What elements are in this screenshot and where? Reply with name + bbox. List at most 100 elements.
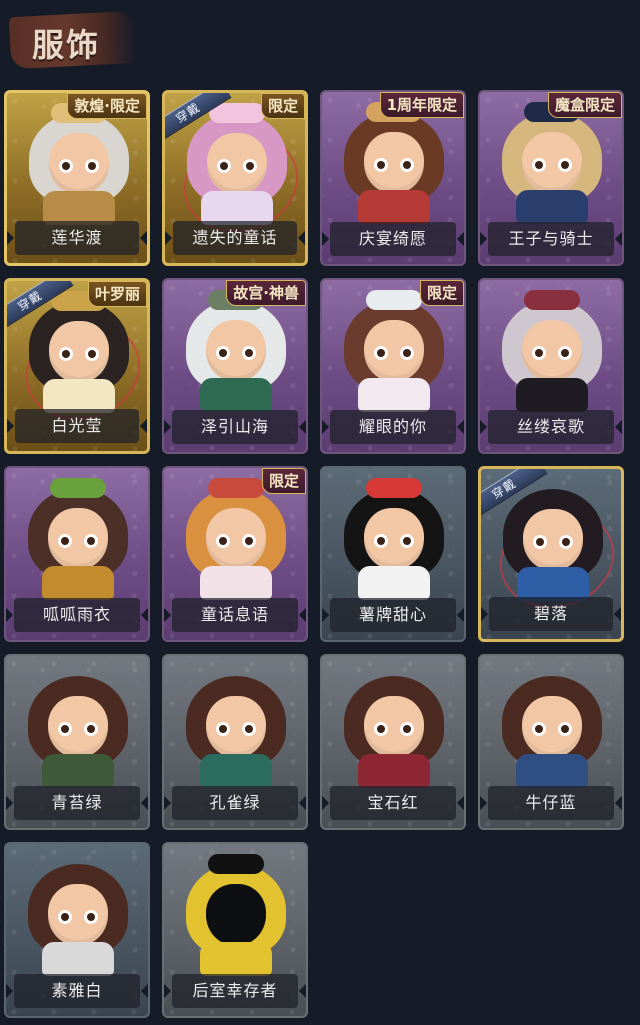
portrait-eye <box>558 722 572 736</box>
limited-badge: 限定 <box>260 93 305 119</box>
costume-card[interactable]: 限定童话息语 <box>162 466 308 642</box>
costume-card[interactable]: 限定 耀眼的你 <box>320 278 466 454</box>
costume-card[interactable]: 故宫·神兽 泽引山海 <box>162 278 308 454</box>
portrait-outfit <box>516 190 588 224</box>
portrait-accessory <box>366 666 422 686</box>
portrait-eye <box>242 534 256 548</box>
costume-card[interactable]: 孔雀绿 <box>162 654 308 830</box>
portrait-eye <box>532 158 546 172</box>
costume-name: 莲华渡 <box>15 221 139 255</box>
portrait-eye <box>532 346 546 360</box>
portrait-eye <box>58 534 72 548</box>
costume-name: 呱呱雨衣 <box>14 598 140 632</box>
costume-card[interactable]: 穿戴 碧落 <box>478 466 624 642</box>
portrait-eye <box>217 159 231 173</box>
portrait-outfit <box>43 191 115 225</box>
costume-card[interactable]: 薯牌甜心 <box>320 466 466 642</box>
costume-card[interactable]: 叶罗丽 穿戴 白光莹 <box>4 278 150 454</box>
limited-badge: 限定 <box>419 280 464 306</box>
costume-name: 宝石红 <box>330 786 456 820</box>
portrait-eye <box>216 722 230 736</box>
costume-name: 青苔绿 <box>14 786 140 820</box>
costume-name: 孔雀绿 <box>172 786 298 820</box>
costume-name: 庆宴绮愿 <box>330 222 456 256</box>
portrait-eye <box>243 159 257 173</box>
costume-portrait <box>494 666 610 788</box>
page-title: 服饰 <box>32 26 101 64</box>
costume-card[interactable]: 呱呱雨衣 <box>4 466 150 642</box>
costume-portrait <box>178 666 294 788</box>
costume-card[interactable]: 后室幸存者 <box>162 842 308 1018</box>
portrait-outfit <box>200 754 272 788</box>
portrait-outfit <box>200 378 272 412</box>
portrait-face <box>522 132 582 194</box>
portrait-face <box>523 509 583 571</box>
costume-name: 王子与骑士 <box>488 222 614 256</box>
costume-portrait <box>336 478 452 600</box>
costume-portrait <box>336 290 452 412</box>
portrait-accessory <box>524 666 580 686</box>
portrait-accessory <box>208 854 264 874</box>
limited-badge: 限定 <box>261 468 306 494</box>
limited-badge: 1周年限定 <box>379 92 464 118</box>
portrait-outfit <box>358 754 430 788</box>
portrait-eye <box>216 534 230 548</box>
portrait-eye <box>59 347 73 361</box>
costume-portrait <box>21 103 137 225</box>
costume-portrait <box>178 290 294 412</box>
costume-portrait <box>20 666 136 788</box>
portrait-accessory <box>366 478 422 498</box>
costume-name: 后室幸存者 <box>172 974 298 1008</box>
costume-portrait <box>20 478 136 600</box>
limited-badge: 魔盒限定 <box>547 92 622 118</box>
portrait-face <box>364 132 424 194</box>
portrait-accessory <box>524 290 580 310</box>
portrait-outfit <box>42 942 114 976</box>
limited-badge: 叶罗丽 <box>87 281 147 307</box>
costume-card[interactable]: 青苔绿 <box>4 654 150 830</box>
costume-card[interactable]: 魔盒限定王子与骑士 <box>478 90 624 266</box>
costume-card[interactable]: 限定 穿戴 遗失的童话 <box>162 90 308 266</box>
costume-name: 遗失的童话 <box>173 221 297 255</box>
portrait-eye <box>374 346 388 360</box>
costume-card[interactable]: 宝石红 <box>320 654 466 830</box>
costume-name: 白光莹 <box>15 409 139 443</box>
portrait-eye <box>59 159 73 173</box>
portrait-outfit <box>516 754 588 788</box>
costume-card[interactable]: 素雅白 <box>4 842 150 1018</box>
portrait-face <box>207 133 267 195</box>
portrait-eye <box>58 910 72 924</box>
portrait-face <box>522 696 582 758</box>
costume-name: 薯牌甜心 <box>330 598 456 632</box>
costume-portrait <box>21 291 137 413</box>
portrait-accessory <box>208 666 264 686</box>
portrait-outfit <box>358 566 430 600</box>
portrait-eye <box>558 158 572 172</box>
costume-portrait <box>179 103 295 225</box>
portrait-accessory <box>50 666 106 686</box>
portrait-face <box>206 320 266 382</box>
portrait-eye <box>532 722 546 736</box>
costume-name: 童话息语 <box>172 598 298 632</box>
header: 服饰 <box>0 0 640 80</box>
costume-portrait <box>495 479 611 601</box>
portrait-eye <box>84 910 98 924</box>
portrait-accessory <box>50 478 106 498</box>
portrait-accessory <box>366 290 422 310</box>
portrait-face <box>364 320 424 382</box>
portrait-eye <box>374 534 388 548</box>
limited-badge: 故宫·神兽 <box>226 280 306 306</box>
portrait-face <box>522 320 582 382</box>
portrait-eye <box>58 722 72 736</box>
costume-card[interactable]: 敦煌·限定 莲华渡 <box>4 90 150 266</box>
costume-card[interactable]: 牛仔蓝 <box>478 654 624 830</box>
portrait-face <box>48 884 108 946</box>
costume-card[interactable]: 丝缕哀歌 <box>478 278 624 454</box>
portrait-eye <box>85 159 99 173</box>
portrait-eye <box>84 722 98 736</box>
portrait-outfit <box>42 754 114 788</box>
costume-card[interactable]: 1周年限定庆宴绮愿 <box>320 90 466 266</box>
costume-name: 丝缕哀歌 <box>488 410 614 444</box>
portrait-outfit <box>43 379 115 413</box>
costume-portrait <box>336 102 452 224</box>
